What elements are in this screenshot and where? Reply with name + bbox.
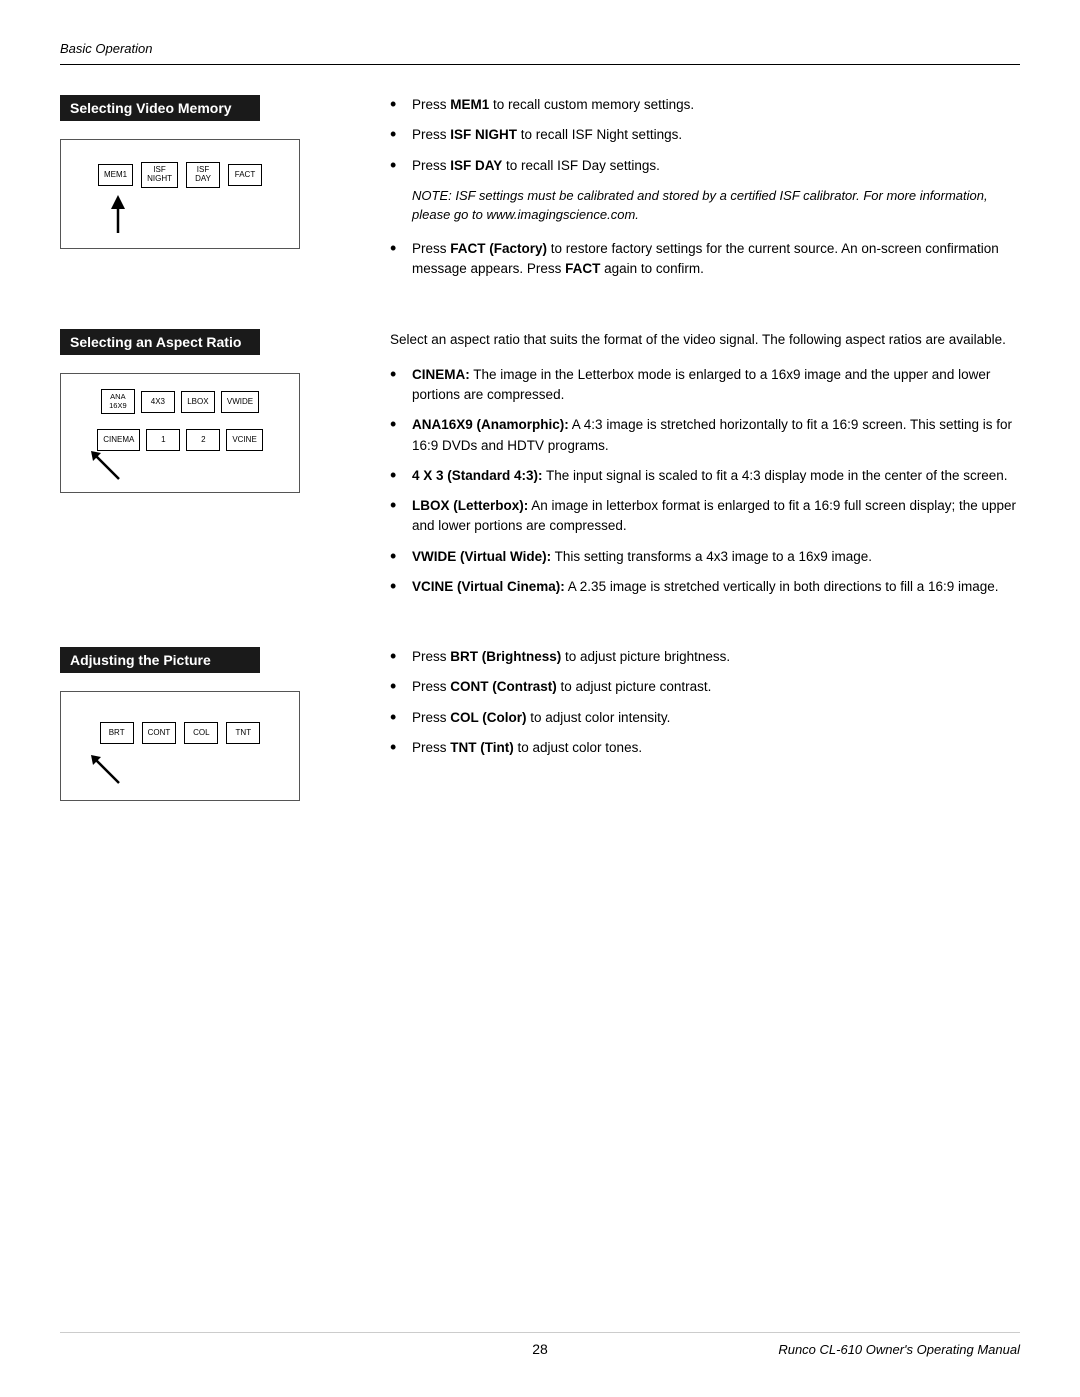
isf-note: NOTE: ISF settings must be calibrated an… — [412, 186, 1020, 225]
btn-fact: FACT — [228, 164, 262, 186]
btn-4x3: 4X3 — [141, 391, 175, 413]
bullet-fact: • Press FACT (Factory) to restore factor… — [390, 239, 1020, 280]
btn-lbox: LBOX — [181, 391, 215, 413]
btn-isf-day: ISFDAY — [186, 162, 220, 188]
aspect-ratio-bullets: • CINEMA: The image in the Letterbox mod… — [390, 365, 1020, 597]
bullet-vwide: • VWIDE (Virtual Wide): This setting tra… — [390, 547, 1020, 567]
btn-2: 2 — [186, 429, 220, 451]
picture-arrow — [87, 751, 123, 790]
aspect-ratio-diagram: ANA16X9 4X3 LBOX VWIDE CINEMA 1 2 VCINE — [60, 373, 300, 493]
bullet-brt: • Press BRT (Brightness) to adjust pictu… — [390, 647, 1020, 667]
header-section: Basic Operation — [60, 40, 1020, 65]
section-left-adjust-picture: Adjusting the Picture BRT CONT COL TNT — [60, 647, 380, 801]
btn-isf-night: ISFNIGHT — [141, 162, 178, 188]
manual-name: Runco CL-610 Owner's Operating Manual — [700, 1342, 1020, 1357]
picture-diagram: BRT CONT COL TNT — [60, 691, 300, 801]
btn-tnt: TNT — [226, 722, 260, 744]
arrow-indicator — [103, 195, 133, 238]
aspect-arrow — [87, 447, 123, 486]
bullet-isf-night: • Press ISF NIGHT to recall ISF Night se… — [390, 125, 1020, 145]
page-container: Basic Operation Selecting Video Memory M… — [0, 0, 1080, 1397]
bullet-mem1: • Press MEM1 to recall custom memory set… — [390, 95, 1020, 115]
btn-ana16x9: ANA16X9 — [101, 389, 135, 414]
btn-cont: CONT — [142, 722, 177, 744]
bullet-cont: • Press CONT (Contrast) to adjust pictur… — [390, 677, 1020, 697]
page-number: 28 — [380, 1341, 700, 1357]
bullet-vcine: • VCINE (Virtual Cinema): A 2.35 image i… — [390, 577, 1020, 597]
btn-col: COL — [184, 722, 218, 744]
btn-brt: BRT — [100, 722, 134, 744]
bullet-isf-day: • Press ISF DAY to recall ISF Day settin… — [390, 156, 1020, 176]
bullet-cinema: • CINEMA: The image in the Letterbox mod… — [390, 365, 1020, 406]
picture-buttons: BRT CONT COL TNT — [61, 722, 299, 744]
section-right-video-memory: • Press MEM1 to recall custom memory set… — [380, 95, 1020, 289]
bullet-col: • Press COL (Color) to adjust color inte… — [390, 708, 1020, 728]
video-memory-buttons: MEM1 ISFNIGHT ISFDAY FACT — [61, 162, 299, 188]
bullet-ana16x9: • ANA16X9 (Anamorphic): A 4:3 image is s… — [390, 415, 1020, 456]
heading-adjust-picture: Adjusting the Picture — [60, 647, 260, 673]
section-left-aspect-ratio: Selecting an Aspect Ratio ANA16X9 4X3 LB… — [60, 329, 380, 493]
section-right-adjust-picture: • Press BRT (Brightness) to adjust pictu… — [380, 647, 1020, 768]
bullet-4x3: • 4 X 3 (Standard 4:3): The input signal… — [390, 466, 1020, 486]
btn-1: 1 — [146, 429, 180, 451]
section-video-memory: Selecting Video Memory MEM1 ISFNIGHT ISF… — [60, 95, 1020, 289]
heading-video-memory: Selecting Video Memory — [60, 95, 260, 121]
adjust-picture-bullets: • Press BRT (Brightness) to adjust pictu… — [390, 647, 1020, 758]
btn-mem1: MEM1 — [98, 164, 133, 186]
btn-vcine: VCINE — [226, 429, 262, 451]
bullet-tnt: • Press TNT (Tint) to adjust color tones… — [390, 738, 1020, 758]
section-adjust-picture: Adjusting the Picture BRT CONT COL TNT — [60, 647, 1020, 801]
btn-vwide: VWIDE — [221, 391, 259, 413]
section-right-aspect-ratio: Select an aspect ratio that suits the fo… — [380, 329, 1020, 607]
header-divider — [60, 64, 1020, 65]
header-text: Basic Operation — [60, 41, 153, 56]
page-footer: 28 Runco CL-610 Owner's Operating Manual — [60, 1332, 1020, 1357]
video-memory-diagram: MEM1 ISFNIGHT ISFDAY FACT — [60, 139, 300, 249]
video-memory-extra-bullets: • Press FACT (Factory) to restore factor… — [390, 239, 1020, 280]
section-left-video-memory: Selecting Video Memory MEM1 ISFNIGHT ISF… — [60, 95, 380, 249]
aspect-intro: Select an aspect ratio that suits the fo… — [390, 329, 1020, 351]
heading-aspect-ratio: Selecting an Aspect Ratio — [60, 329, 260, 355]
section-aspect-ratio: Selecting an Aspect Ratio ANA16X9 4X3 LB… — [60, 329, 1020, 607]
video-memory-bullets: • Press MEM1 to recall custom memory set… — [390, 95, 1020, 176]
bullet-lbox: • LBOX (Letterbox): An image in letterbo… — [390, 496, 1020, 537]
aspect-row-1: ANA16X9 4X3 LBOX VWIDE — [61, 389, 299, 414]
